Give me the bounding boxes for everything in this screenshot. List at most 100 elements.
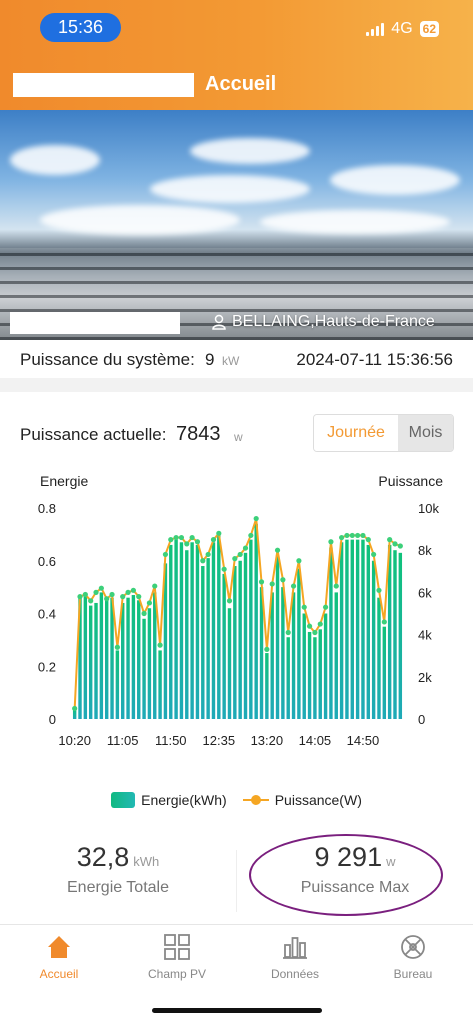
energy-bar	[377, 597, 381, 719]
legend-power[interactable]: Puissance(W)	[242, 792, 362, 808]
power-point	[344, 532, 350, 539]
energy-bar	[206, 558, 210, 719]
energy-bar	[265, 653, 269, 719]
energy-bar	[334, 592, 338, 719]
x-tick-label: 11:05	[107, 733, 139, 748]
power-point	[205, 551, 211, 558]
energy-bar	[297, 568, 301, 719]
right-tick-label: 4k	[418, 628, 432, 643]
period-toggle: Journée Mois	[313, 414, 454, 452]
energy-bar	[179, 542, 184, 719]
tab-accueil[interactable]: Accueil	[0, 933, 118, 981]
energy-bar	[153, 592, 157, 719]
right-tick-label: 2k	[418, 670, 432, 685]
energy-bar	[131, 595, 136, 719]
compass-icon	[401, 935, 425, 959]
power-point	[226, 598, 233, 604]
production-chart: Energie Puissance 0 0.2 0.4 0.6 0.8 0 2k 4k 6k 8k…	[38, 473, 443, 748]
power-point	[285, 629, 291, 636]
x-tick-label: 13:20	[251, 733, 284, 748]
energy-bar	[83, 595, 88, 719]
power-point	[200, 558, 206, 564]
power-point	[232, 556, 238, 562]
power-point	[114, 644, 120, 650]
tab-donnees-label: Données	[270, 967, 320, 981]
redacted-plant-name	[13, 73, 194, 97]
legend-energy[interactable]: Energie(kWh)	[111, 792, 227, 808]
energy-bar	[121, 602, 125, 719]
power-point	[296, 558, 302, 564]
home-indicator	[152, 1008, 322, 1013]
energy-bar	[174, 539, 178, 719]
period-day-button[interactable]: Journée	[314, 415, 398, 451]
left-tick-label: 0.8	[38, 501, 56, 516]
power-point	[221, 566, 227, 572]
energy-bar	[142, 618, 146, 719]
right-tick-label: 8k	[418, 543, 432, 558]
energy-bar	[291, 592, 296, 719]
energy-bar	[147, 608, 152, 719]
power-point	[397, 543, 403, 549]
energy-bar	[249, 539, 253, 719]
redacted-owner	[10, 312, 180, 334]
power-point	[258, 579, 265, 585]
energy-bar	[88, 605, 93, 719]
total-energy-value: 32,8	[76, 842, 130, 872]
power-point	[184, 541, 190, 547]
power-point	[146, 600, 153, 606]
power-point	[290, 583, 297, 589]
power-point	[173, 534, 179, 541]
power-point	[248, 532, 254, 539]
system-power-label: Puissance du système:	[20, 350, 195, 369]
tab-donnees[interactable]: Données	[236, 933, 354, 981]
left-tick-label: 0.2	[38, 659, 56, 674]
energy-bar	[382, 626, 387, 719]
power-swatch	[242, 792, 269, 808]
status-time: 15:36	[40, 13, 121, 42]
power-point	[242, 545, 249, 551]
left-tick-label: 0.4	[38, 607, 56, 622]
energy-bar	[217, 534, 221, 719]
power-point	[371, 551, 377, 558]
tab-bureau[interactable]: Bureau	[354, 933, 472, 981]
power-point	[237, 551, 243, 558]
power-point	[301, 604, 307, 610]
power-point	[312, 629, 318, 636]
power-point	[125, 589, 131, 595]
system-power-value: 9	[205, 350, 215, 369]
highlight-circle	[249, 834, 443, 916]
energy-bar	[126, 597, 130, 719]
power-point	[381, 619, 387, 625]
home-icon	[48, 936, 70, 958]
energy-bar	[275, 555, 280, 719]
tab-champ-pv[interactable]: Champ PV	[118, 933, 236, 981]
energy-bar	[227, 608, 232, 719]
energy-bar	[222, 573, 226, 719]
right-tick-label: 6k	[418, 585, 432, 600]
energy-bar	[185, 550, 189, 719]
current-power-label: Puissance actuelle:	[20, 425, 167, 444]
power-point	[168, 537, 174, 543]
app-screen: 15:36 4G 62 Accueil BELLAING,Hauts-de-Fr…	[0, 0, 473, 1024]
energy-bar	[371, 560, 376, 719]
network-label: 4G	[391, 20, 413, 37]
power-point	[210, 537, 217, 543]
power-point	[253, 515, 259, 522]
right-tick-label: 0	[418, 712, 425, 727]
period-month-button[interactable]: Mois	[398, 415, 453, 451]
power-point	[322, 604, 329, 610]
power-point	[157, 642, 163, 648]
x-tick-label: 11:50	[155, 733, 187, 748]
x-tick-label: 14:05	[299, 733, 332, 748]
power-point	[82, 591, 88, 598]
power-point	[162, 551, 169, 558]
energy-bar	[302, 613, 306, 719]
energy-bar	[286, 637, 290, 719]
energy-bar	[201, 566, 205, 719]
left-tick-label: 0.6	[38, 554, 56, 569]
energy-bar	[323, 613, 328, 719]
signal-icon	[366, 22, 385, 36]
total-energy-stat: 32,8 kWh Energie Totale	[0, 842, 236, 897]
power-point	[355, 532, 361, 539]
person-pin-icon	[212, 314, 226, 330]
